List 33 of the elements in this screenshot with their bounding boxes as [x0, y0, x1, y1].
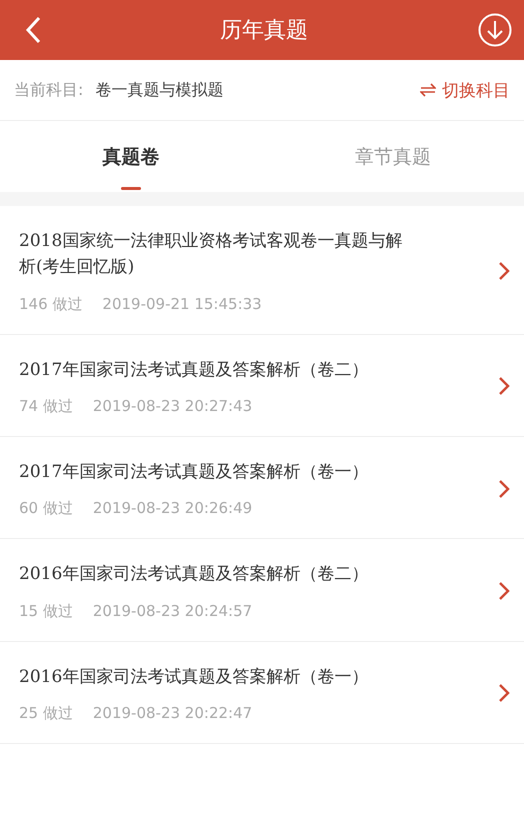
- paper-row[interactable]: 2017年国家司法考试真题及答案解析（卷一） 60 做过 2019-08-23 20:26:49: [0, 437, 524, 540]
- chevron-right-icon: [498, 581, 510, 602]
- paper-row[interactable]: 2018国家统一法律职业资格考试客观卷一真题与解析(考生回忆版) 146 做过 2019-09-21 15:45:33: [0, 206, 524, 335]
- paper-title: 2018国家统一法律职业资格考试客观卷一真题与解析(考生回忆版): [19, 230, 404, 280]
- download-button[interactable]: [478, 13, 512, 47]
- done-count: 60 做过: [19, 499, 73, 518]
- swap-arrows-icon: [420, 83, 436, 97]
- subject-value: 卷一真题与模拟题: [95, 80, 224, 100]
- tab[interactable]: 真题卷: [0, 121, 262, 192]
- chevron-right-icon: [498, 376, 510, 396]
- page-title: 历年真题: [220, 17, 308, 45]
- paper-title: 2016年国家司法考试真题及答案解析（卷一）: [19, 666, 370, 689]
- done-count: 25 做过: [19, 704, 73, 724]
- paper-time: 2019-08-23 20:22:47: [92, 704, 252, 724]
- chevron-right-icon: [498, 260, 510, 281]
- paper-time: 2019-09-21 15:45:33: [102, 294, 262, 314]
- paper-time: 2019-08-23 20:26:49: [92, 499, 252, 518]
- done-count: 146 做过: [19, 294, 82, 314]
- download-icon: [478, 13, 512, 47]
- switch-subject-button[interactable]: 切换科目: [420, 78, 510, 102]
- paper-time: 2019-08-23 20:27:43: [92, 397, 252, 416]
- paper-row[interactable]: 2017年国家司法考试真题及答案解析（卷二） 74 做过 2019-08-23 20:27:43: [0, 334, 524, 438]
- chevron-right-icon: [498, 683, 510, 704]
- paper-title: 2016年国家司法考试真题及答案解析（卷二）: [19, 563, 370, 586]
- chevron-right-icon: [498, 478, 510, 499]
- paper-row[interactable]: 2016年国家司法考试真题及答案解析（卷二） 15 做过 2019-08-23 20:24:57: [0, 539, 524, 642]
- done-count: 74 做过: [19, 397, 73, 416]
- paper-row[interactable]: 2016年国家司法考试真题及答案解析（卷一） 25 做过 2019-08-23 20:22:47: [0, 642, 524, 744]
- paper-title: 2017年国家司法考试真题及答案解析（卷一）: [19, 461, 370, 484]
- subject-label: 当前科目:: [14, 80, 84, 100]
- paper-time: 2019-08-23 20:24:57: [92, 602, 252, 621]
- done-count: 15 做过: [19, 602, 73, 621]
- paper-title: 2017年国家司法考试真题及答案解析（卷二）: [19, 358, 370, 382]
